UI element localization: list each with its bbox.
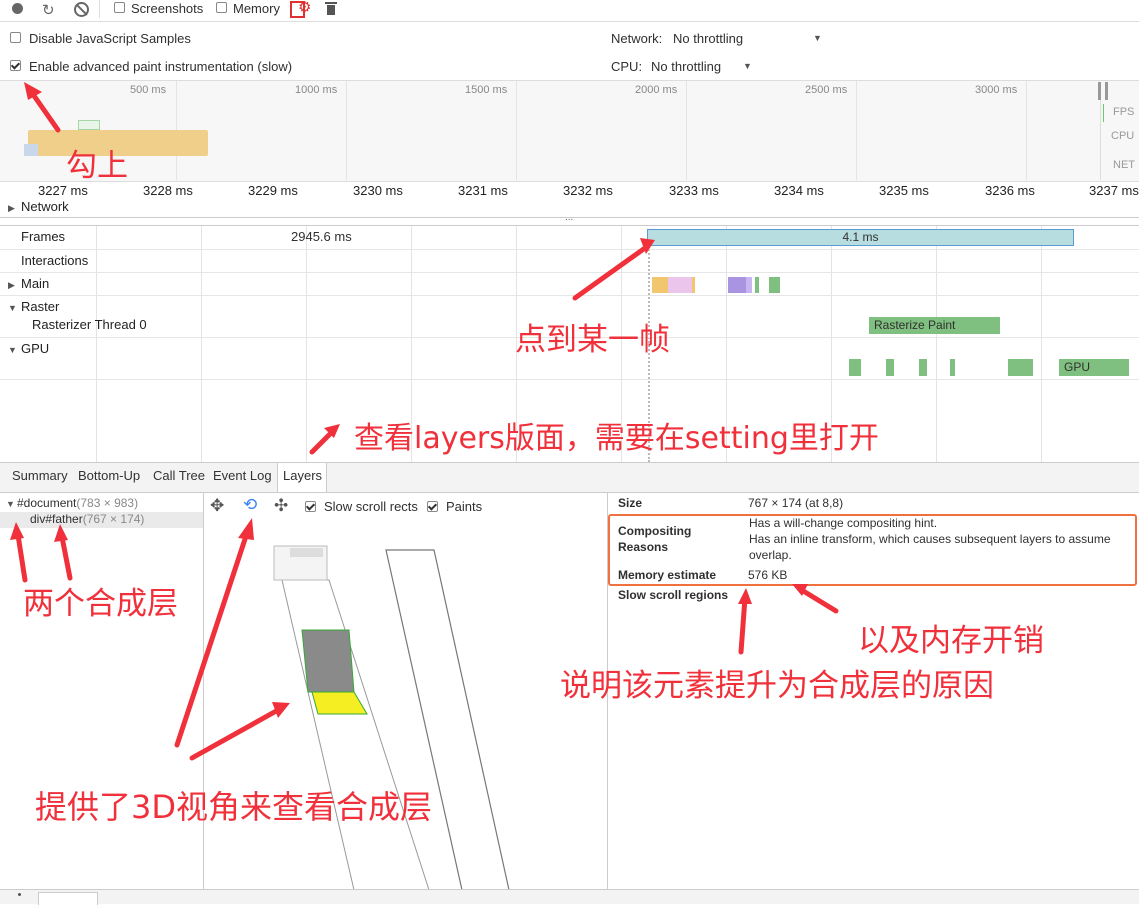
arrow-to-frame: [572, 245, 648, 301]
arrowhead: [238, 518, 254, 540]
arrow-to-rotate: [174, 527, 251, 748]
arrowhead: [738, 588, 752, 604]
annotation-3d-view: 提供了3D视角来查看合成层: [35, 788, 433, 826]
annotation-check-on: 勾上: [66, 148, 128, 184]
arrow-to-document: [15, 532, 28, 583]
annotation-two-layers: 两个合成层: [23, 586, 178, 622]
arrow-to-reasons: [738, 595, 748, 655]
arrow-to-father: [59, 534, 73, 581]
arrow-to-layers-tab: [309, 429, 335, 455]
arrowhead: [10, 522, 24, 540]
arrowhead: [54, 524, 68, 542]
annotation-layers-panel: 查看layers版面，需要在setting里打开: [354, 421, 879, 456]
annotation-reason: 说明该元素提升为合成层的原因: [560, 668, 994, 704]
annotation-memory-cost: 以及内存开销: [858, 623, 1044, 659]
arrow-to-memory: [797, 586, 839, 614]
arrow-to-3d: [189, 707, 281, 761]
annotation-click-frame: 点到某一帧: [515, 322, 670, 358]
